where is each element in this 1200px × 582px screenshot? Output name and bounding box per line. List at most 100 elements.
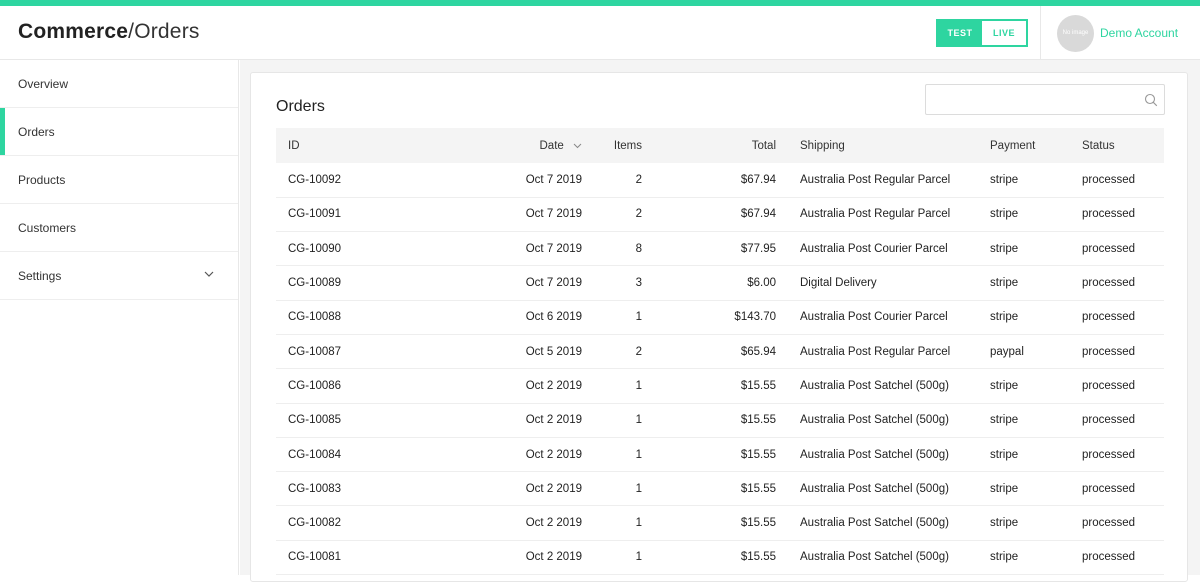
order-shipping-cell: Australia Post Satchel (500g): [788, 368, 978, 404]
order-items-cell: 2: [594, 197, 654, 233]
page-title: Commerce/Orders: [18, 20, 200, 44]
order-total-cell: $15.55: [654, 437, 788, 473]
order-total-cell: $6.00: [654, 265, 788, 301]
column-header-total[interactable]: Total: [654, 128, 788, 163]
order-items-cell: 8: [594, 231, 654, 267]
order-date-cell: Oct 2 2019: [401, 505, 594, 541]
order-items-cell: 1: [594, 540, 654, 576]
table-row[interactable]: CG-10082 Oct 2 2019 1 $15.55 Australia Post …: [276, 505, 1164, 541]
order-total-cell: $15.55: [654, 540, 788, 576]
sort-chevron-down-icon[interactable]: [573, 141, 582, 150]
order-total-cell: $65.94: [654, 334, 788, 370]
table-row[interactable]: CG-10086 Oct 2 2019 1 $15.55 Australia Post …: [276, 368, 1164, 404]
order-status-cell: processed: [1070, 197, 1164, 233]
sidebar-item-customers[interactable]: Customers: [0, 204, 238, 252]
search-input[interactable]: [934, 91, 1134, 109]
table-row[interactable]: CG-10081 Oct 2 2019 1 $15.55 Australia Post …: [276, 540, 1164, 576]
order-id-cell: CG-10083: [276, 471, 401, 507]
order-total-cell: $15.55: [654, 403, 788, 438]
order-shipping-cell: Australia Post Courier Parcel: [788, 231, 978, 267]
order-status-cell: processed: [1070, 437, 1164, 473]
app-header: Commerce/Orders TEST LIVE No image Demo …: [0, 6, 1200, 60]
order-items-cell: 1: [594, 300, 654, 335]
order-total-cell: $77.95: [654, 231, 788, 267]
order-status-cell: processed: [1070, 505, 1164, 541]
order-payment-cell: stripe: [978, 540, 1070, 576]
order-date-cell: Oct 7 2019: [401, 197, 594, 233]
sidebar-item-label: Settings: [18, 268, 62, 283]
order-shipping-cell: Australia Post Satchel (500g): [788, 505, 978, 541]
order-date-cell: Oct 2 2019: [401, 540, 594, 576]
order-shipping-cell: Australia Post Satchel (500g): [788, 437, 978, 473]
order-shipping-cell: Australia Post Courier Parcel: [788, 300, 978, 335]
table-row[interactable]: CG-10088 Oct 6 2019 1 $143.70 Australia Post…: [276, 300, 1164, 335]
orders-card: Orders ID Date Items Total Shipping Paym…: [250, 72, 1188, 582]
sidebar-item-label: Overview: [18, 76, 69, 91]
column-header-payment[interactable]: Payment: [978, 128, 1070, 163]
order-total-cell: $15.55: [654, 368, 788, 404]
column-header-id[interactable]: ID: [276, 128, 401, 163]
order-items-cell: 1: [594, 437, 654, 473]
order-payment-cell: stripe: [978, 163, 1070, 198]
column-header-date[interactable]: Date: [401, 128, 594, 163]
test-mode-option[interactable]: TEST: [938, 21, 982, 45]
order-payment-cell: stripe: [978, 471, 1070, 507]
chevron-down-icon[interactable]: [204, 269, 214, 279]
table-row[interactable]: CG-10089 Oct 7 2019 3 $6.00 Digital Delivery…: [276, 265, 1164, 301]
order-payment-cell: stripe: [978, 231, 1070, 267]
order-items-cell: 1: [594, 471, 654, 507]
order-items-cell: 3: [594, 265, 654, 301]
order-date-cell: Oct 7 2019: [401, 163, 594, 198]
table-row[interactable]: CG-10083 Oct 2 2019 1 $15.55 Australia Post …: [276, 471, 1164, 507]
order-shipping-cell: Australia Post Regular Parcel: [788, 163, 978, 198]
order-total-cell: $143.70: [654, 300, 788, 335]
column-header-shipping[interactable]: Shipping: [788, 128, 978, 163]
sidebar-item-products[interactable]: Products: [0, 156, 238, 204]
column-header-items[interactable]: Items: [594, 128, 654, 163]
order-shipping-cell: Australia Post Regular Parcel: [788, 197, 978, 233]
sidebar-item-settings[interactable]: Settings: [0, 252, 238, 300]
brand-name[interactable]: Commerce: [18, 20, 128, 43]
order-id-cell: CG-10092: [276, 163, 401, 198]
order-id-cell: CG-10082: [276, 505, 401, 541]
table-row[interactable]: CG-10085 Oct 2 2019 1 $15.55 Australia Post …: [276, 403, 1164, 438]
order-items-cell: 1: [594, 505, 654, 541]
sidebar-item-orders[interactable]: Orders: [0, 108, 238, 156]
order-date-cell: Oct 2 2019: [401, 471, 594, 507]
order-status-cell: processed: [1070, 265, 1164, 301]
order-status-cell: processed: [1070, 163, 1164, 198]
table-row[interactable]: CG-10091 Oct 7 2019 2 $67.94 Australia Post …: [276, 197, 1164, 233]
order-status-cell: processed: [1070, 300, 1164, 335]
order-date-cell: Oct 2 2019: [401, 403, 594, 438]
table-row[interactable]: CG-10084 Oct 2 2019 1 $15.55 Australia Post …: [276, 437, 1164, 473]
table-row[interactable]: CG-10090 Oct 7 2019 8 $77.95 Australia Post …: [276, 231, 1164, 267]
test-live-toggle[interactable]: TEST LIVE: [936, 19, 1028, 47]
order-date-cell: Oct 7 2019: [401, 265, 594, 301]
sidebar-item-label: Customers: [18, 220, 77, 235]
sidebar-item-label: Products: [18, 172, 66, 187]
column-header-status[interactable]: Status: [1070, 128, 1164, 163]
table-row[interactable]: CG-10087 Oct 5 2019 2 $65.94 Australia Post …: [276, 334, 1164, 370]
orders-table-body: CG-10092 Oct 7 2019 2 $67.94 Australia Post …: [276, 163, 1164, 576]
account-menu-link[interactable]: Demo Account: [1100, 26, 1178, 40]
live-mode-option[interactable]: LIVE: [982, 21, 1026, 45]
avatar[interactable]: No image: [1057, 15, 1094, 52]
order-payment-cell: stripe: [978, 265, 1070, 301]
order-id-cell: CG-10086: [276, 368, 401, 404]
order-id-cell: CG-10091: [276, 197, 401, 233]
order-shipping-cell: Australia Post Satchel (500g): [788, 540, 978, 576]
order-shipping-cell: Digital Delivery: [788, 265, 978, 301]
order-payment-cell: paypal: [978, 334, 1070, 370]
search-icon[interactable]: [1144, 93, 1158, 107]
order-id-cell: CG-10090: [276, 231, 401, 267]
column-header-label: Date: [539, 139, 564, 152]
table-row[interactable]: CG-10092 Oct 7 2019 2 $67.94 Australia Post …: [276, 163, 1164, 198]
search-box[interactable]: [925, 84, 1165, 115]
order-payment-cell: stripe: [978, 403, 1070, 438]
order-shipping-cell: Australia Post Satchel (500g): [788, 471, 978, 507]
order-items-cell: 1: [594, 368, 654, 404]
order-id-cell: CG-10084: [276, 437, 401, 473]
sidebar-item-overview[interactable]: Overview: [0, 60, 238, 108]
order-status-cell: processed: [1070, 540, 1164, 576]
order-id-cell: CG-10089: [276, 265, 401, 301]
